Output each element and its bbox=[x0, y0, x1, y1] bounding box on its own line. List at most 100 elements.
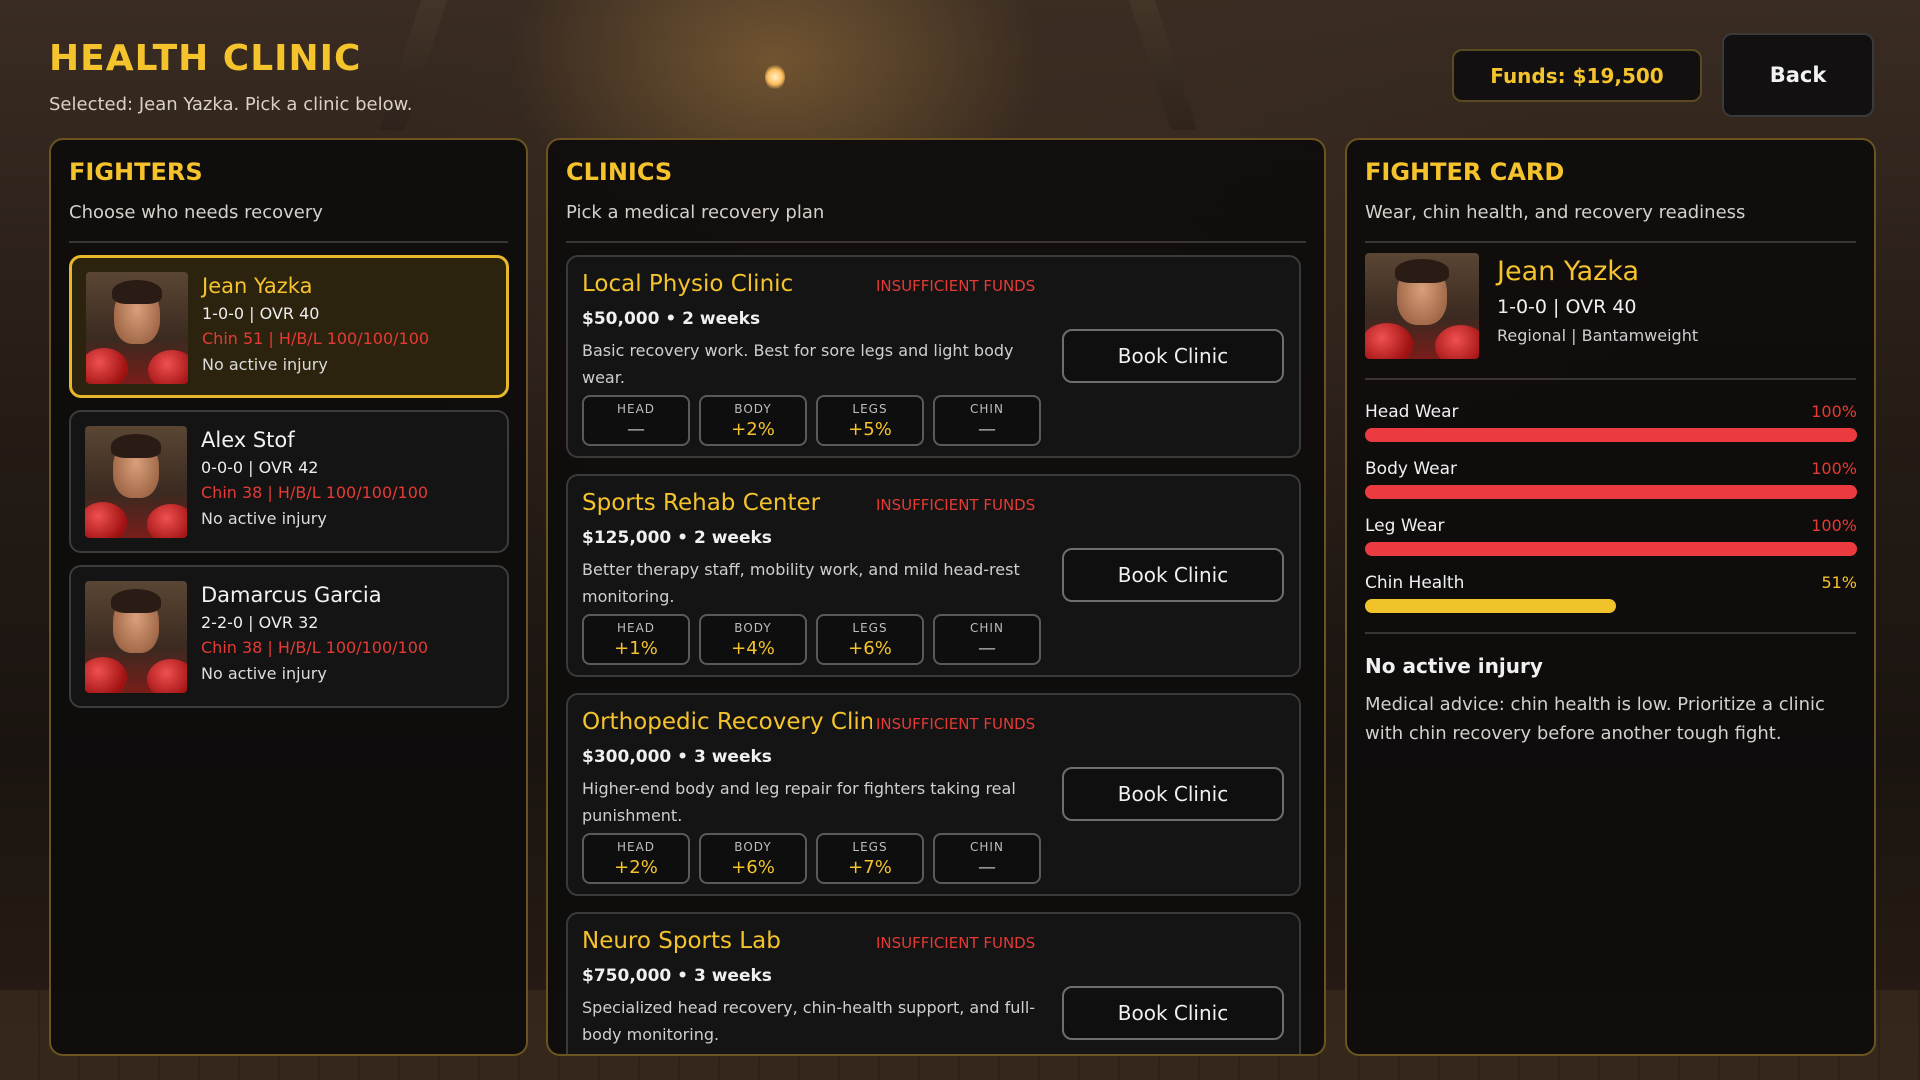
book-clinic-button[interactable]: Book Clinic bbox=[1062, 767, 1284, 821]
divider bbox=[69, 241, 508, 243]
stat-legs: LEGS +7% bbox=[816, 833, 924, 884]
meter-track bbox=[1365, 599, 1857, 613]
insufficient-funds-badge: INSUFFICIENT FUNDS bbox=[876, 496, 1036, 514]
stat-chin: CHIN — bbox=[933, 833, 1041, 884]
fighter-portrait bbox=[85, 581, 187, 693]
stat-value: — bbox=[978, 856, 996, 878]
stat-value: +7% bbox=[848, 856, 892, 878]
stat-value: +5% bbox=[848, 418, 892, 440]
stat-label: BODY bbox=[734, 839, 772, 854]
fighter-item-jean-yazka[interactable]: Jean Yazka 1-0-0 | OVR 40 Chin 51 | H/B/… bbox=[69, 255, 509, 398]
clinic-price: $750,000 • 3 weeks bbox=[582, 966, 772, 986]
fighter-portrait bbox=[1365, 253, 1479, 359]
meter-fill bbox=[1365, 428, 1857, 442]
meter-label: Head Wear bbox=[1365, 402, 1459, 422]
stat-head: HEAD +2% bbox=[582, 833, 690, 884]
divider bbox=[566, 241, 1306, 243]
stat-chin: CHIN — bbox=[933, 614, 1041, 665]
stat-label: LEGS bbox=[852, 839, 888, 854]
fighter-portrait bbox=[86, 272, 188, 384]
stat-label: LEGS bbox=[852, 401, 888, 416]
page-title: HEALTH CLINIC bbox=[49, 38, 362, 79]
book-clinic-button[interactable]: Book Clinic bbox=[1062, 329, 1284, 383]
meter-track bbox=[1365, 428, 1857, 442]
clinics-panel-subtitle: Pick a medical recovery plan bbox=[566, 202, 825, 223]
stat-label: CHIN bbox=[970, 620, 1004, 635]
clinic-description: Better therapy staff, mobility work, and… bbox=[582, 560, 1020, 606]
stat-value: +4% bbox=[731, 637, 775, 659]
stat-value: +6% bbox=[848, 637, 892, 659]
clinic-card-neuro-sports-lab: Neuro Sports Lab INSUFFICIENT FUNDS $750… bbox=[566, 912, 1301, 1054]
fighter-injury-status: No active injury bbox=[201, 664, 327, 683]
clinic-card-orthopedic-recovery: Orthopedic Recovery Clinic INSUFFICIENT … bbox=[566, 693, 1301, 896]
fighter-card-division: Regional | Bantamweight bbox=[1497, 326, 1699, 345]
stat-head: HEAD +1% bbox=[582, 614, 690, 665]
stat-label: BODY bbox=[734, 620, 772, 635]
clinic-name: Neuro Sports Lab bbox=[582, 928, 781, 954]
stat-head: HEAD — bbox=[582, 395, 690, 446]
fighter-injury-status: No active injury bbox=[202, 355, 328, 374]
clinics-panel-title: CLINICS bbox=[566, 158, 673, 186]
meter-fill bbox=[1365, 599, 1616, 613]
stat-value: +2% bbox=[614, 856, 658, 878]
stat-value: — bbox=[627, 418, 645, 440]
fighter-card-title: FIGHTER CARD bbox=[1365, 158, 1565, 186]
divider bbox=[1365, 378, 1856, 380]
fighter-portrait bbox=[85, 426, 187, 538]
back-button[interactable]: Back bbox=[1722, 33, 1874, 117]
book-clinic-button[interactable]: Book Clinic bbox=[1062, 548, 1284, 602]
insufficient-funds-badge: INSUFFICIENT FUNDS bbox=[876, 277, 1036, 295]
clinic-price: $300,000 • 3 weeks bbox=[582, 747, 772, 767]
stat-label: HEAD bbox=[616, 839, 656, 854]
fighter-chin-stats: Chin 51 | H/B/L 100/100/100 bbox=[202, 329, 430, 348]
clinic-price: $50,000 • 2 weeks bbox=[582, 309, 761, 329]
clinic-card-sports-rehab: Sports Rehab Center INSUFFICIENT FUNDS $… bbox=[566, 474, 1301, 677]
meter-track bbox=[1365, 485, 1857, 499]
clinic-name: Local Physio Clinic bbox=[582, 271, 794, 297]
fighter-card-panel: FIGHTER CARD Wear, chin health, and reco… bbox=[1345, 138, 1876, 1056]
meter-label: Chin Health bbox=[1365, 573, 1465, 593]
stat-label: HEAD bbox=[616, 620, 656, 635]
clinic-stats: HEAD — BODY +2% LEGS +5% CHIN — bbox=[582, 395, 1041, 446]
funds-display: Funds: $19,500 bbox=[1452, 49, 1702, 102]
book-clinic-button[interactable]: Book Clinic bbox=[1062, 986, 1284, 1040]
stat-legs: LEGS +6% bbox=[816, 614, 924, 665]
clinic-description: Basic recovery work. Best for sore legs … bbox=[582, 341, 1014, 387]
fighter-record: 2-2-0 | OVR 32 bbox=[201, 613, 319, 632]
injury-status: No active injury bbox=[1365, 654, 1543, 678]
meter-value: 100% bbox=[1811, 402, 1857, 421]
fighter-name: Damarcus Garcia bbox=[201, 583, 382, 607]
fighter-card-subtitle: Wear, chin health, and recovery readines… bbox=[1365, 202, 1746, 223]
meter-value: 100% bbox=[1811, 516, 1857, 535]
insufficient-funds-badge: INSUFFICIENT FUNDS bbox=[876, 715, 1036, 733]
fighters-panel: FIGHTERS Choose who needs recovery Jean … bbox=[49, 138, 528, 1056]
clinic-price: $125,000 • 2 weeks bbox=[582, 528, 772, 548]
stat-body: BODY +2% bbox=[699, 395, 807, 446]
stat-value: +1% bbox=[614, 637, 658, 659]
meter-fill bbox=[1365, 542, 1857, 556]
meter-value: 51% bbox=[1821, 573, 1857, 592]
fighter-item-damarcus-garcia[interactable]: Damarcus Garcia 2-2-0 | OVR 32 Chin 38 |… bbox=[69, 565, 509, 708]
meter-label: Leg Wear bbox=[1365, 516, 1445, 536]
fighter-card-name: Jean Yazka bbox=[1497, 256, 1640, 287]
clinic-stats: HEAD +2% BODY +6% LEGS +7% CHIN — bbox=[582, 833, 1041, 884]
clinic-name: Orthopedic Recovery Clinic bbox=[582, 709, 872, 735]
meter-fill bbox=[1365, 485, 1857, 499]
fighter-item-alex-stof[interactable]: Alex Stof 0-0-0 | OVR 42 Chin 38 | H/B/L… bbox=[69, 410, 509, 553]
stat-body: BODY +4% bbox=[699, 614, 807, 665]
fighter-chin-stats: Chin 38 | H/B/L 100/100/100 bbox=[201, 638, 429, 657]
stat-value: +2% bbox=[731, 418, 775, 440]
clinic-description: Specialized head recovery, chin-health s… bbox=[582, 998, 1036, 1044]
fighter-record: 1-0-0 | OVR 40 bbox=[202, 304, 320, 323]
ceiling-beam bbox=[1128, 0, 1198, 130]
divider bbox=[1365, 241, 1856, 243]
stat-body: BODY +6% bbox=[699, 833, 807, 884]
fighter-name: Alex Stof bbox=[201, 428, 295, 452]
stat-legs: LEGS +5% bbox=[816, 395, 924, 446]
fighter-record: 0-0-0 | OVR 42 bbox=[201, 458, 319, 477]
ceiling-lamp-icon bbox=[765, 64, 785, 90]
fighters-panel-subtitle: Choose who needs recovery bbox=[69, 202, 323, 223]
fighter-chin-stats: Chin 38 | H/B/L 100/100/100 bbox=[201, 483, 429, 502]
stat-value: — bbox=[978, 637, 996, 659]
fighter-injury-status: No active injury bbox=[201, 509, 327, 528]
